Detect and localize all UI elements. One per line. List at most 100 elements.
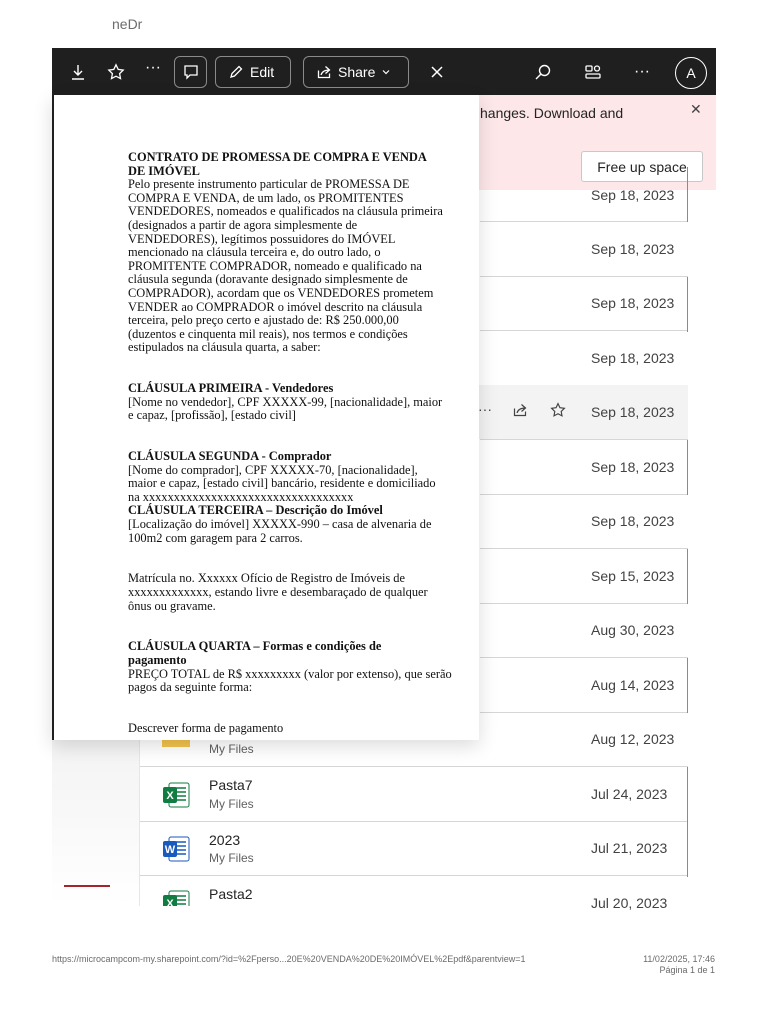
matricula-line: ônus ou gravame. <box>128 598 216 613</box>
app-more-icon[interactable]: ··· <box>630 48 654 95</box>
user-avatar[interactable]: A <box>675 57 707 89</box>
row-separator <box>480 330 688 331</box>
row-separator <box>140 821 688 822</box>
file-modified-date: Sep 18, 2023 <box>591 513 675 529</box>
file-modified-date: Aug 30, 2023 <box>591 622 675 638</box>
edit-button[interactable]: Edit <box>215 56 291 88</box>
comments-button[interactable] <box>174 56 207 88</box>
comment-icon <box>183 65 198 80</box>
doc-intro-line: (designados a partir de agora simplesmen… <box>128 217 358 232</box>
more-options-icon[interactable]: ··· <box>142 48 164 88</box>
file-modified-date: Sep 15, 2023 <box>591 568 675 584</box>
clause-1-line: [Nome no vendedor], CPF XXXXX-99, [nacio… <box>128 394 443 409</box>
matricula-line: Matrícula no. Xxxxxx Ofício de Registro … <box>128 571 406 586</box>
clause-3-line: [Localização do imóvel] XXXXX-990 – casa… <box>128 517 432 532</box>
clause-4-title: CLÁUSULA QUARTA – Formas e condições de <box>128 639 382 654</box>
doc-intro-line: (duzentos e cinquenta mil reais), nos te… <box>128 326 408 341</box>
svg-text:W: W <box>165 844 176 856</box>
file-modified-date: Jul 21, 2023 <box>591 840 668 856</box>
row-more-icon[interactable]: ··· <box>478 401 492 417</box>
close-viewer-icon[interactable] <box>426 48 448 95</box>
banner-message: hanges. Download and <box>480 105 624 121</box>
payment-line: Descrever forma de pagamento <box>128 720 284 735</box>
free-up-space-button[interactable]: Free up space <box>581 151 703 182</box>
pencil-icon <box>230 65 243 78</box>
row-separator <box>480 657 688 658</box>
row-edge <box>687 167 688 222</box>
nav-pane-shadow <box>52 740 140 906</box>
file-modified-date: Jul 24, 2023 <box>591 786 668 802</box>
clause-4-line: pagos da seguinte forma: <box>128 680 253 695</box>
doc-intro-line: Pelo presente instrumento particular de … <box>128 177 410 192</box>
clause-4-title: pagamento <box>128 652 187 667</box>
contract-document: CONTRATO DE PROMESSA DE COMPRA E VENDA D… <box>128 150 479 736</box>
clause-1-title: CLÁUSULA PRIMEIRA - Vendedores <box>128 381 334 396</box>
file-modified-date: Aug 12, 2023 <box>591 731 675 747</box>
row-separator <box>480 221 688 222</box>
clause-2-line: maior e capaz, [estado civil] bancário, … <box>128 476 436 491</box>
svg-text:X: X <box>166 790 174 802</box>
row-edge <box>687 658 688 713</box>
doc-intro-line: VENDEDORES, nomeados e qualificados na c… <box>128 204 443 219</box>
row-separator <box>140 766 688 767</box>
file-location: My Files <box>209 797 254 811</box>
row-edge <box>687 440 688 495</box>
list-divider <box>139 740 140 906</box>
word-icon: W <box>161 834 191 864</box>
doc-intro-line: cláusula segunda (doravante designado si… <box>128 272 408 287</box>
share-button[interactable]: Share <box>303 56 409 88</box>
row-separator <box>480 712 688 713</box>
search-icon[interactable] <box>531 48 555 95</box>
row-separator <box>140 875 688 876</box>
row-favorite-icon[interactable] <box>550 402 566 423</box>
file-modified-date: Sep 18, 2023 <box>591 404 675 420</box>
file-location: My Files <box>209 742 254 756</box>
clause-2-line: [Nome do comprador], CPF XXXXX-70, [naci… <box>128 462 418 477</box>
clause-2-line: na xxxxxxxxxxxxxxxxxxxxxxxxxxxxxxxxxx <box>128 489 354 504</box>
row-share-icon[interactable] <box>512 402 528 423</box>
doc-intro-line: PROMITENTE COMPRADOR, nomeado e qualific… <box>128 258 422 273</box>
doc-intro-line: VENDER ao COMPRADOR o imóvel descrito na… <box>128 299 423 314</box>
print-page-number: Página 1 de 1 <box>659 965 715 975</box>
file-modified-date: Sep 18, 2023 <box>591 295 675 311</box>
file-name[interactable]: 2023 <box>209 832 240 848</box>
excel-icon: X <box>161 888 191 906</box>
row-separator <box>480 603 688 604</box>
banner-close-icon[interactable]: ✕ <box>690 101 702 118</box>
row-edge <box>687 767 688 822</box>
doc-intro-line: terceira, pelo preço certo e ajustado de… <box>128 313 399 328</box>
clause-3-title: CLÁUSULA TERCEIRA – Descrição do Imóvel <box>128 503 383 518</box>
favorite-star-icon[interactable] <box>104 48 128 95</box>
file-modified-date: Aug 14, 2023 <box>591 677 675 693</box>
clause-3-line: 100m2 com garagem para 2 carros. <box>128 530 303 545</box>
doc-title-line: DE IMÓVEL <box>128 163 200 178</box>
row-separator <box>480 439 688 440</box>
file-name[interactable]: Pasta2 <box>209 886 253 902</box>
edit-label: Edit <box>250 64 275 80</box>
clause-4-line: PREÇO TOTAL de R$ xxxxxxxxx (valor por e… <box>128 666 452 681</box>
file-modified-date: Sep 18, 2023 <box>591 187 675 203</box>
download-icon[interactable] <box>66 48 90 95</box>
file-location: My Files <box>209 851 254 865</box>
doc-intro-line: mencionado na cláusula terceira e, do ou… <box>128 245 381 260</box>
print-footer-url: https://microcampcom-my.sharepoint.com/?… <box>52 954 526 964</box>
clause-1-line: e capaz, [profissão], [estado civil] <box>128 408 296 423</box>
print-datetime: 11/02/2025, 17:46 <box>643 954 715 964</box>
matricula-line: xxxxxxxxxxxxx, estando livre e desembara… <box>128 585 428 599</box>
nav-selection-indicator <box>64 885 110 887</box>
doc-intro-line: VENDEDORES), legítimos possuidores do IM… <box>128 231 396 246</box>
row-edge <box>687 277 688 332</box>
file-name[interactable]: Pasta7 <box>209 777 253 793</box>
row-separator <box>480 276 688 277</box>
row-edge <box>687 822 688 877</box>
share-label: Share <box>338 64 376 80</box>
doc-intro-line: COMPRA E VENDA, de um lado, os PROMITENT… <box>128 190 404 205</box>
pdf-preview-page: CONTRATO DE PROMESSA DE COMPRA E VENDA D… <box>52 95 479 740</box>
file-modified-date: Sep 18, 2023 <box>591 241 675 257</box>
row-edge <box>687 549 688 604</box>
clause-2-title: CLÁUSULA SEGUNDA - Comprador <box>128 449 332 464</box>
row-separator <box>480 494 688 495</box>
doc-intro-line: estipulados na cláusula quarta, a saber: <box>128 340 321 355</box>
print-footer-meta: 11/02/2025, 17:46 Página 1 de 1 <box>600 954 715 976</box>
settings-icon[interactable] <box>581 48 605 95</box>
